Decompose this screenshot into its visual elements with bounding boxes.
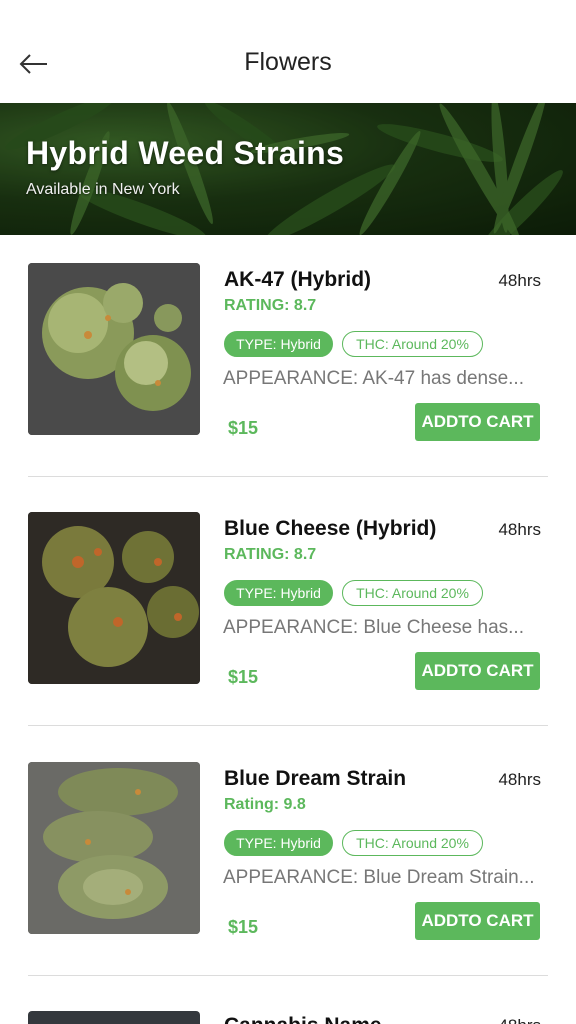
banner-subtitle: Available in New York <box>26 181 180 198</box>
category-banner: Hybrid Weed Strains Available in New Yor… <box>0 103 576 235</box>
product-card[interactable]: Blue Dream Strain 48hrs Rating: 9.8 TYPE… <box>0 734 576 983</box>
product-card[interactable]: Blue Cheese (Hybrid) 48hrs RATING: 8.7 T… <box>0 484 576 733</box>
type-chip: TYPE: Hybrid <box>224 580 333 606</box>
product-name: Blue Dream Strain <box>224 767 407 790</box>
product-image <box>28 263 200 435</box>
product-appearance: APPEARANCE: Blue Cheese has... <box>223 617 524 638</box>
divider <box>28 725 548 726</box>
delivery-time: 48hrs <box>498 770 541 789</box>
product-rating: RATING: 8.7 <box>224 546 317 563</box>
top-bar: Flowers <box>0 0 576 103</box>
type-chip: TYPE: Hybrid <box>224 331 333 357</box>
thc-chip: THC: Around 20% <box>342 331 483 357</box>
product-name: Blue Cheese (Hybrid) <box>224 517 437 540</box>
divider <box>28 975 548 976</box>
banner-title: Hybrid Weed Strains <box>26 135 345 171</box>
product-image <box>28 512 200 684</box>
product-card-partial[interactable]: Cannabis Name 48hrs <box>0 1010 576 1024</box>
product-image <box>28 762 200 934</box>
product-rating: RATING: 8.7 <box>224 297 317 314</box>
add-to-cart-button[interactable]: ADDTO CART <box>415 652 540 690</box>
product-price: $15 <box>228 418 259 438</box>
product-price: $15 <box>228 667 259 687</box>
thc-chip: THC: Around 20% <box>342 830 483 856</box>
product-appearance: APPEARANCE: Blue Dream Strain... <box>223 867 535 888</box>
divider <box>28 476 548 477</box>
product-name: Cannabis Name <box>224 1014 382 1024</box>
delivery-time: 48hrs <box>498 1016 541 1024</box>
add-to-cart-button[interactable]: ADDTO CART <box>415 403 540 441</box>
product-price: $15 <box>228 917 259 937</box>
add-to-cart-button[interactable]: ADDTO CART <box>415 902 540 940</box>
product-image <box>28 1011 200 1024</box>
product-name: AK-47 (Hybrid) <box>224 268 372 291</box>
product-card[interactable]: AK-47 (Hybrid) 48hrs RATING: 8.7 TYPE: H… <box>0 235 576 484</box>
delivery-time: 48hrs <box>498 520 541 539</box>
thc-chip: THC: Around 20% <box>342 580 483 606</box>
product-rating: Rating: 9.8 <box>224 796 306 813</box>
type-chip: TYPE: Hybrid <box>224 830 333 856</box>
page-title: Flowers <box>244 48 332 76</box>
product-appearance: APPEARANCE: AK-47 has dense... <box>223 368 524 389</box>
delivery-time: 48hrs <box>498 271 541 290</box>
